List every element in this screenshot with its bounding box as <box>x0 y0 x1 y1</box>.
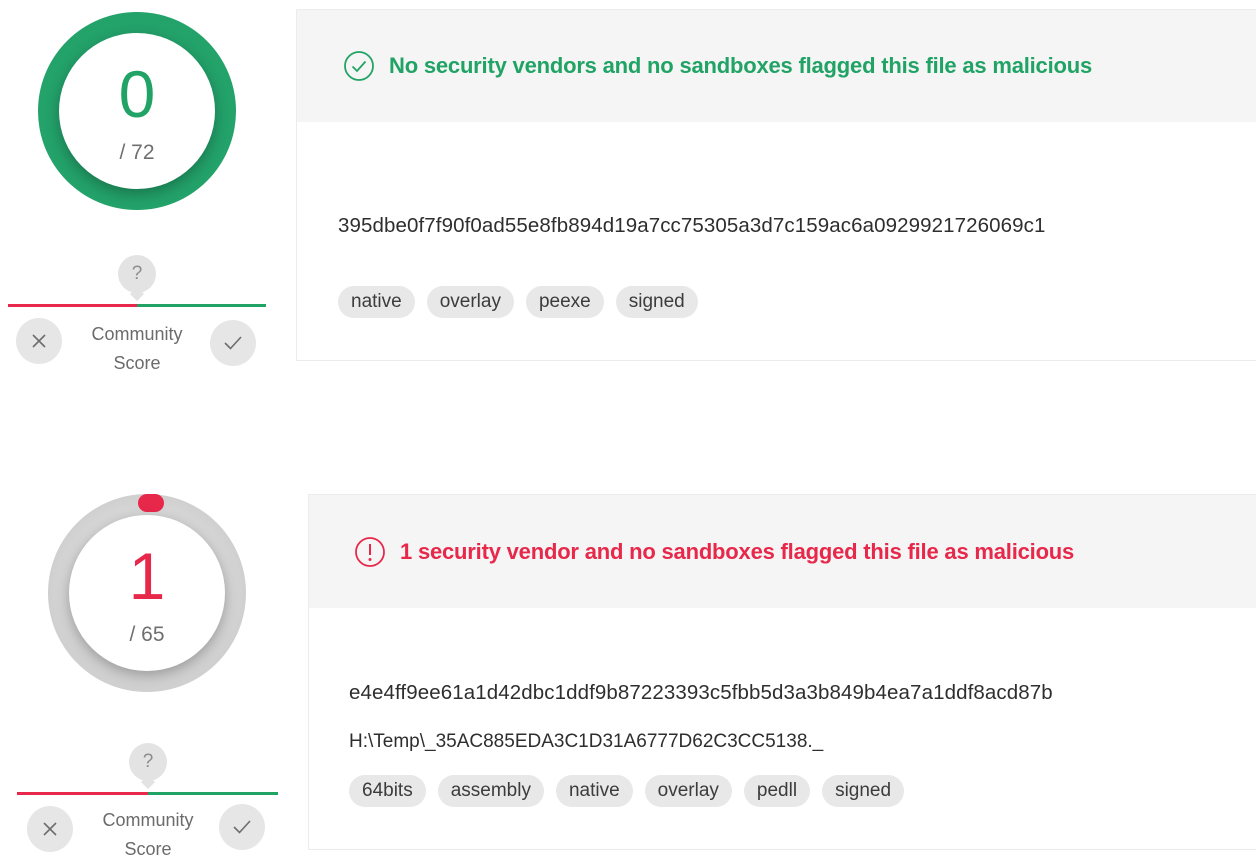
tag[interactable]: native <box>338 286 415 318</box>
close-icon <box>43 822 57 836</box>
vote-harmless-button[interactable] <box>210 320 256 366</box>
detection-count: 1 <box>128 539 166 613</box>
file-tags: 64bits assembly native overlay pedll sig… <box>349 775 905 807</box>
tag[interactable]: overlay <box>644 775 732 807</box>
file-tags: native overlay peexe signed <box>338 286 698 318</box>
checkmark-icon <box>224 336 242 350</box>
file-details-panel: No security vendors and no sandboxes fla… <box>296 9 1256 361</box>
file-hash[interactable]: e4e4ff9ee61a1d42dbc1ddf9b87223393c5fbb5d… <box>349 681 1053 705</box>
community-label-line2: Score <box>113 353 161 373</box>
tag[interactable]: signed <box>822 775 905 807</box>
community-score-label: Community Score <box>82 320 192 378</box>
detection-count: 0 <box>118 57 156 131</box>
detection-score-gauge: 0 / 72 <box>38 12 236 210</box>
community-label-line1: Community <box>91 324 183 344</box>
community-score-pin: ? <box>129 743 167 781</box>
alert-circle-icon <box>355 536 385 567</box>
vote-malicious-button[interactable] <box>16 318 62 364</box>
gauge-center: 0 / 72 <box>59 33 215 189</box>
community-score-label: Community Score <box>93 806 203 864</box>
checkmark-icon <box>233 820 251 834</box>
check-circle-icon <box>344 51 374 81</box>
file-report-flagged: 1 / 65 ? Community Score 1 security vend… <box>0 490 1256 859</box>
tag[interactable]: overlay <box>426 286 514 318</box>
detection-score-gauge: 1 / 65 <box>48 494 246 692</box>
total-engines: / 65 <box>129 623 165 646</box>
vote-malicious-button[interactable] <box>27 806 73 852</box>
detection-status-text: No security vendors and no sandboxes fla… <box>389 53 1093 78</box>
detection-status-header: 1 security vendor and no sandboxes flagg… <box>309 495 1256 608</box>
vote-harmless-button[interactable] <box>219 804 265 850</box>
file-details-panel: 1 security vendor and no sandboxes flagg… <box>308 494 1256 850</box>
file-name[interactable]: H:\Temp\_35AC885EDA3C1D31A6777D62C3CC513… <box>349 731 823 753</box>
community-score-bar-negative <box>8 304 137 307</box>
total-engines: / 72 <box>119 141 155 164</box>
file-hash[interactable]: 395dbe0f7f90f0ad55e8fb894d19a7cc75305a3d… <box>338 214 1046 238</box>
close-icon <box>32 334 46 348</box>
community-label-line1: Community <box>102 810 194 830</box>
detection-status-header: No security vendors and no sandboxes fla… <box>297 10 1256 122</box>
tag[interactable]: signed <box>615 286 698 318</box>
gauge-center: 1 / 65 <box>69 515 225 671</box>
community-score-bar-positive <box>148 792 278 795</box>
tag[interactable]: assembly <box>437 775 544 807</box>
detection-status-text: 1 security vendor and no sandboxes flagg… <box>400 538 1075 564</box>
community-score-pin: ? <box>118 255 156 293</box>
tag[interactable]: native <box>555 775 633 807</box>
file-report-clean: 0 / 72 ? Community Score No security ven… <box>0 0 1256 400</box>
detection-indicator-dot <box>138 494 164 512</box>
community-label-line2: Score <box>124 839 172 859</box>
community-score-bar-positive <box>137 304 266 307</box>
tag[interactable]: peexe <box>525 286 604 318</box>
tag[interactable]: 64bits <box>349 775 426 807</box>
community-score-bar-negative <box>17 792 148 795</box>
tag[interactable]: pedll <box>743 775 811 807</box>
